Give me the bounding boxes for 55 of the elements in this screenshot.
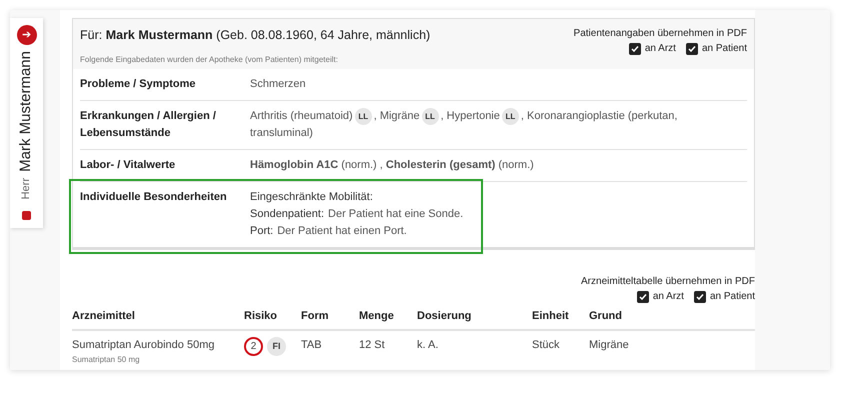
salutation: Herr	[19, 178, 34, 200]
ll-badge: LL	[502, 108, 519, 125]
checkbox-label[interactable]: an Patient	[702, 41, 747, 56]
field-label: Port:	[250, 225, 274, 237]
column-header: Risiko	[244, 306, 301, 330]
value-text: , Hypertonie	[440, 110, 500, 122]
checkmark-icon	[696, 292, 704, 300]
checkbox[interactable]	[686, 42, 698, 54]
table-cell: TAB	[301, 339, 322, 351]
checkbox[interactable]	[628, 42, 641, 54]
column-header: Einheit	[532, 306, 589, 330]
row-label: Probleme / Symptome	[80, 77, 197, 92]
value-text: Der Patient hat eine Sonde.	[328, 208, 464, 220]
patient-heading: Für: Mark Mustermann (Geb. 08.08.1960, 64 Jahre, männlich)	[80, 27, 430, 44]
table-cell: 12 St	[359, 339, 385, 351]
checkbox[interactable]	[636, 290, 649, 302]
value-text: Schmerzen	[250, 78, 306, 90]
value-text: Der Patient hat einen Port.	[277, 225, 407, 237]
substance-text: Sumatriptan 50 mg	[72, 354, 141, 366]
pdf-option-label: Patientenangaben übernehmen in PDF	[574, 27, 747, 41]
row-label: Labor- / Vitalwerte	[80, 158, 176, 173]
column-header: Grund	[589, 306, 755, 330]
table-cell: k. A.	[417, 339, 438, 351]
checkmark-icon	[688, 44, 696, 52]
drug-name: Sumatriptan Aurobindo 50mg	[72, 338, 216, 353]
checkbox-label[interactable]: an Patient	[710, 289, 755, 304]
pdf-option-label: Arzneimitteltabelle übernehmen in PDF	[581, 275, 755, 289]
info-note: Folgende Eingabedaten wurden der Apotheke (vom Patienten) mitgeteilt:	[80, 54, 339, 66]
field-label: Sondenpatient:	[250, 208, 324, 220]
risk-circle: 2	[244, 337, 263, 356]
arrow-button[interactable]: ➔	[16, 25, 36, 45]
value-text: transluminal)	[250, 127, 313, 139]
patient-name: Mark Mustermann	[16, 51, 36, 172]
row-label: Individuelle Besonderheiten	[80, 190, 228, 205]
ll-badge: LL	[422, 108, 439, 125]
checkmark-icon	[630, 44, 639, 52]
value-text: Arthritis (rheumatoid)	[250, 110, 353, 122]
value-text: Hämoglobin A1C (norm.) , Cholesterin (gesamt) (norm.)	[250, 159, 534, 171]
checkmark-icon	[638, 292, 647, 300]
value-text: , Koronarangioplastie (perkutan,	[520, 110, 678, 122]
value-text: , Migräne	[374, 110, 420, 122]
table-cell: Stück	[532, 339, 560, 351]
ll-badge: LL	[354, 108, 372, 125]
field-label: Eingeschränkte Mobilität:	[250, 191, 373, 203]
column-header: Arzneimittel	[72, 306, 244, 330]
checkbox-label[interactable]: an Arzt	[644, 41, 676, 56]
checkbox[interactable]	[694, 290, 706, 302]
column-header: Dosierung	[417, 306, 532, 330]
row-label: Erkrankungen / Allergien / Lebensumstände	[80, 109, 217, 141]
column-header: Form	[301, 306, 359, 330]
side-tab[interactable]: ➔ Mark Mustermann Herr	[10, 18, 43, 228]
risk-badge: FI	[267, 337, 286, 356]
table-cell: Migräne	[589, 339, 629, 351]
column-header: Menge	[359, 306, 417, 330]
checkbox-label[interactable]: an Arzt	[652, 289, 684, 304]
